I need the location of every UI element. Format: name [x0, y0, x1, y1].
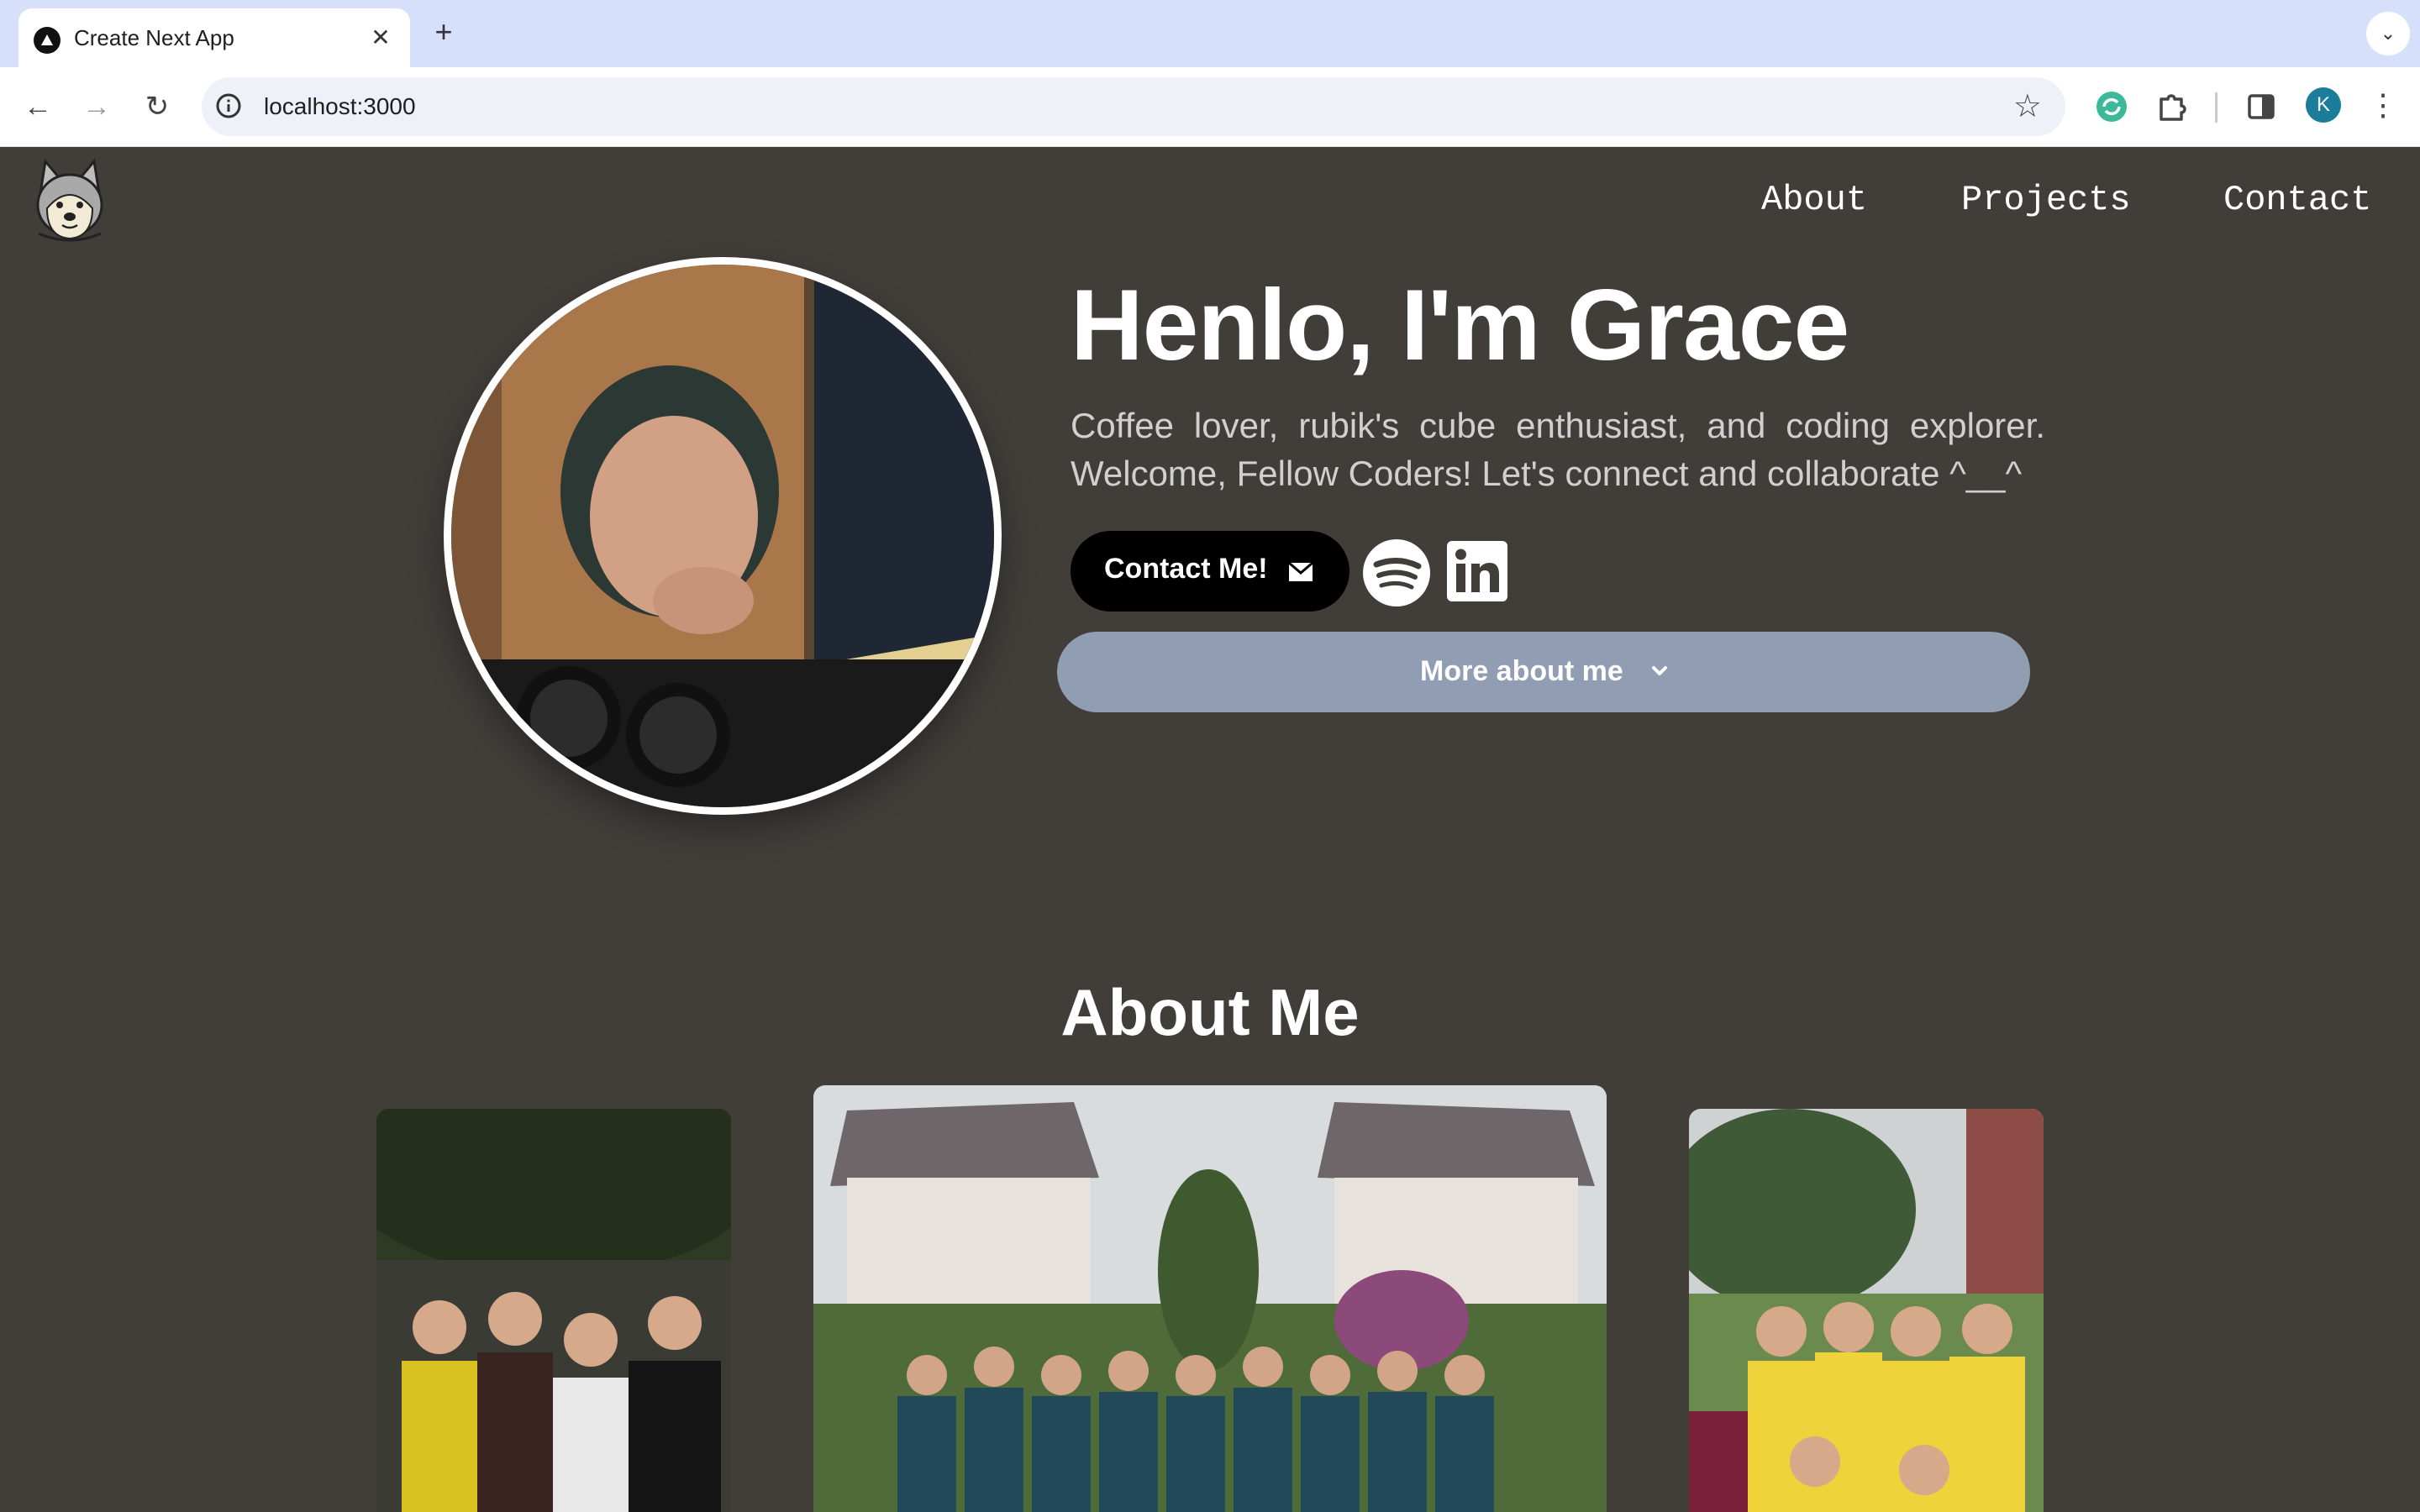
profile-avatar[interactable]: K — [2306, 87, 2341, 123]
reload-button[interactable]: ↻ — [136, 86, 178, 128]
nextjs-favicon-icon — [34, 27, 60, 54]
hero-bio: Coffee lover, rubik's cube enthusiast, a… — [1071, 406, 2045, 493]
forward-button[interactable]: → — [76, 86, 118, 128]
more-about-me-button[interactable]: More about me — [1057, 632, 2030, 712]
browser-tab[interactable]: Create Next App ✕ — [18, 8, 410, 67]
tab-title: Create Next App — [74, 25, 234, 50]
url-text[interactable]: localhost:3000 — [264, 93, 416, 120]
sync-extension-icon[interactable] — [2092, 87, 2131, 126]
gallery-photo-friends — [376, 1109, 731, 1512]
gallery-photo-campus — [813, 1085, 1607, 1512]
contact-me-button[interactable]: Contact Me! — [1071, 531, 1349, 612]
toolbar-divider — [2215, 92, 2217, 123]
linkedin-icon[interactable] — [1447, 541, 1507, 601]
browser-toolbar: ← → ↻ localhost:3000 ☆ — [0, 67, 2420, 147]
more-about-me-label: More about me — [1420, 655, 1623, 687]
address-bar[interactable]: localhost:3000 ☆ — [202, 77, 2065, 136]
chevron-down-icon — [1652, 666, 1667, 675]
nav-projects-link[interactable]: Projects — [1961, 180, 2131, 220]
back-button[interactable]: ← — [17, 86, 59, 128]
extensions-icon[interactable] — [2153, 87, 2191, 126]
spotify-icon[interactable] — [1361, 538, 1432, 608]
browser-menu-icon[interactable]: ⋮ — [2368, 84, 2398, 126]
side-panel-icon[interactable] — [2242, 87, 2281, 126]
hero-title: Henlo, I'm Grace — [1071, 269, 1849, 381]
browser-tab-bar: Create Next App ✕ + ⌄ — [0, 0, 2420, 67]
contact-me-label: Contact Me! — [1104, 553, 1268, 585]
new-tab-button[interactable]: + — [427, 15, 460, 49]
about-me-heading: About Me — [1060, 975, 1360, 1049]
tab-close-icon[interactable]: ✕ — [366, 24, 395, 52]
mail-icon — [1288, 561, 1313, 581]
info-icon[interactable] — [215, 92, 242, 119]
gallery-photo-yellow-jackets — [1689, 1109, 2044, 1512]
bookmark-star-icon[interactable]: ☆ — [2013, 89, 2042, 124]
husky-logo-icon[interactable] — [32, 156, 108, 245]
nav-about-link[interactable]: About — [1761, 180, 1867, 220]
profile-photo — [444, 257, 1002, 815]
nav-contact-link[interactable]: Contact — [2223, 180, 2371, 220]
tab-search-button[interactable]: ⌄ — [2366, 12, 2410, 55]
